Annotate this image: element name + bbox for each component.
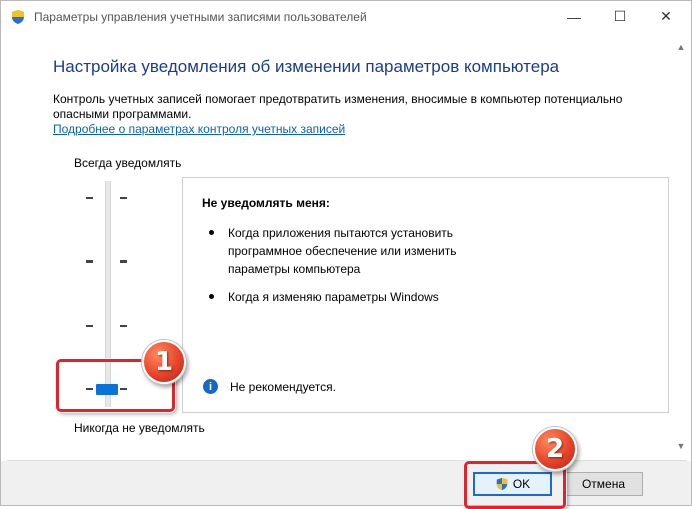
step-badge-1: 1	[142, 340, 186, 384]
minimize-button[interactable]: —	[551, 1, 597, 32]
slider-tick	[120, 325, 127, 327]
list-item: Когда приложения пытаются установить про…	[202, 224, 502, 278]
title-bar: Параметры управления учетными записями п…	[1, 1, 691, 32]
cancel-button-label: Отмена	[581, 477, 626, 491]
cancel-button[interactable]: Отмена	[564, 472, 643, 496]
minimize-icon: —	[567, 8, 581, 25]
description-text: Контроль учетных записей помогает предот…	[53, 92, 623, 121]
recommendation-note: Не рекомендуется.	[230, 380, 336, 394]
maximize-icon: ☐	[613, 8, 627, 24]
level-description-panel: Не уведомлять меня: Когда приложения пыт…	[182, 177, 669, 413]
uac-shield-icon	[12, 10, 24, 24]
slider-tick	[120, 197, 127, 199]
close-icon: ✕	[660, 8, 672, 24]
list-item: Когда я изменяю параметры Windows	[202, 288, 502, 306]
page-heading: Настройка уведомления об изменении парам…	[53, 57, 560, 76]
bullet-list: Когда приложения пытаются установить про…	[202, 224, 502, 316]
info-icon: i	[203, 379, 218, 394]
slider-tick	[120, 260, 127, 263]
window-title: Параметры управления учетными записями п…	[34, 10, 367, 24]
step-badge-2: 2	[533, 427, 577, 471]
panel-title: Не уведомлять меня:	[202, 196, 330, 210]
slider-tick	[86, 197, 93, 199]
scroll-down-arrow-icon[interactable]: ▼	[675, 440, 687, 452]
maximize-button[interactable]: ☐	[597, 1, 643, 32]
scroll-up-arrow-icon[interactable]: ▲	[675, 41, 687, 53]
slider-tick	[86, 325, 93, 327]
uac-settings-window: Параметры управления учетными записями п…	[0, 0, 692, 509]
learn-more-link[interactable]: Подробнее о параметрах контроля учетных …	[53, 122, 345, 136]
slider-tick	[86, 260, 93, 263]
close-button[interactable]: ✕	[643, 1, 689, 32]
slider-bottom-label: Никогда не уведомлять	[74, 421, 205, 435]
slider-top-label: Всегда уведомлять	[74, 156, 182, 170]
